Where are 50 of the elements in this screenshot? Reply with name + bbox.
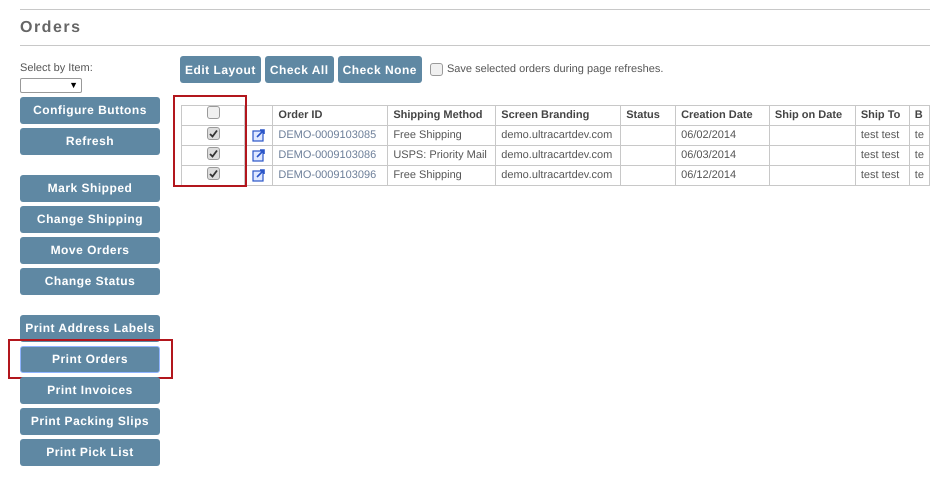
external-link-icon[interactable] bbox=[252, 148, 266, 162]
caret-icon: ▼ bbox=[69, 80, 78, 90]
checkbox[interactable] bbox=[430, 63, 443, 76]
table-cell: te bbox=[914, 149, 924, 162]
table-cell: test test bbox=[860, 129, 900, 142]
sidebar-button[interactable]: Print Address Labels bbox=[20, 314, 160, 342]
table-cell: test test bbox=[860, 169, 900, 182]
table-cell: 06/12/2014 bbox=[681, 169, 736, 182]
column-header: Ship on Date bbox=[774, 109, 842, 122]
table-cell: demo.ultracartdev.com bbox=[501, 129, 612, 142]
table-cell: Free Shipping bbox=[393, 129, 462, 142]
column-header: Ship To bbox=[860, 109, 900, 122]
sidebar-button[interactable]: Mark Shipped bbox=[20, 174, 160, 202]
page-title: Orders bbox=[20, 18, 82, 38]
checkbox[interactable] bbox=[206, 167, 220, 180]
sidebar-button[interactable]: Print Pick List bbox=[20, 438, 160, 466]
table-cell: demo.ultracartdev.com bbox=[501, 149, 612, 162]
select-label: Select by Item: bbox=[20, 61, 94, 76]
column-header: B bbox=[914, 109, 923, 122]
table-cell: Free Shipping bbox=[393, 169, 462, 182]
table-cell: te bbox=[914, 129, 924, 142]
sidebar-button[interactable]: Move Orders bbox=[20, 236, 160, 264]
table-cell: demo.ultracartdev.com bbox=[501, 169, 612, 182]
table-cell: 06/02/2014 bbox=[681, 129, 736, 142]
checkbox[interactable] bbox=[206, 127, 220, 140]
table-cell: USPS: Priority Mail bbox=[393, 149, 487, 162]
toolbar-button[interactable]: Check All bbox=[264, 56, 334, 83]
checkbox-label: Save selected orders during page refreshes. bbox=[446, 62, 664, 78]
sidebar-button[interactable]: Print Invoices bbox=[20, 376, 160, 404]
checkbox[interactable] bbox=[206, 147, 220, 160]
sidebar-button[interactable]: Refresh bbox=[20, 128, 160, 154]
column-header: Screen Branding bbox=[501, 109, 590, 122]
table-cell: test test bbox=[860, 149, 900, 162]
sidebar-button[interactable]: Print Orders bbox=[20, 346, 160, 372]
item-select[interactable]: ▼ bbox=[20, 78, 82, 92]
column-header: Shipping Method bbox=[393, 109, 483, 122]
column-header: Order ID bbox=[278, 109, 322, 122]
toolbar-button[interactable]: Check None bbox=[338, 56, 422, 83]
sidebar-button[interactable]: Change Shipping bbox=[20, 206, 160, 232]
table-cell: te bbox=[914, 169, 924, 182]
external-link-icon[interactable] bbox=[252, 128, 266, 142]
table-cell: 06/03/2014 bbox=[681, 149, 736, 162]
sidebar-button[interactable]: Change Status bbox=[20, 268, 160, 294]
toolbar-button[interactable]: Edit Layout bbox=[180, 56, 261, 83]
checkbox[interactable] bbox=[206, 106, 220, 120]
external-link-icon[interactable] bbox=[252, 168, 266, 182]
sidebar-button[interactable]: Configure Buttons bbox=[20, 96, 160, 124]
sidebar-button[interactable]: Print Packing Slips bbox=[20, 408, 160, 434]
column-header: Creation Date bbox=[681, 109, 753, 122]
column-header: Status bbox=[626, 109, 660, 122]
